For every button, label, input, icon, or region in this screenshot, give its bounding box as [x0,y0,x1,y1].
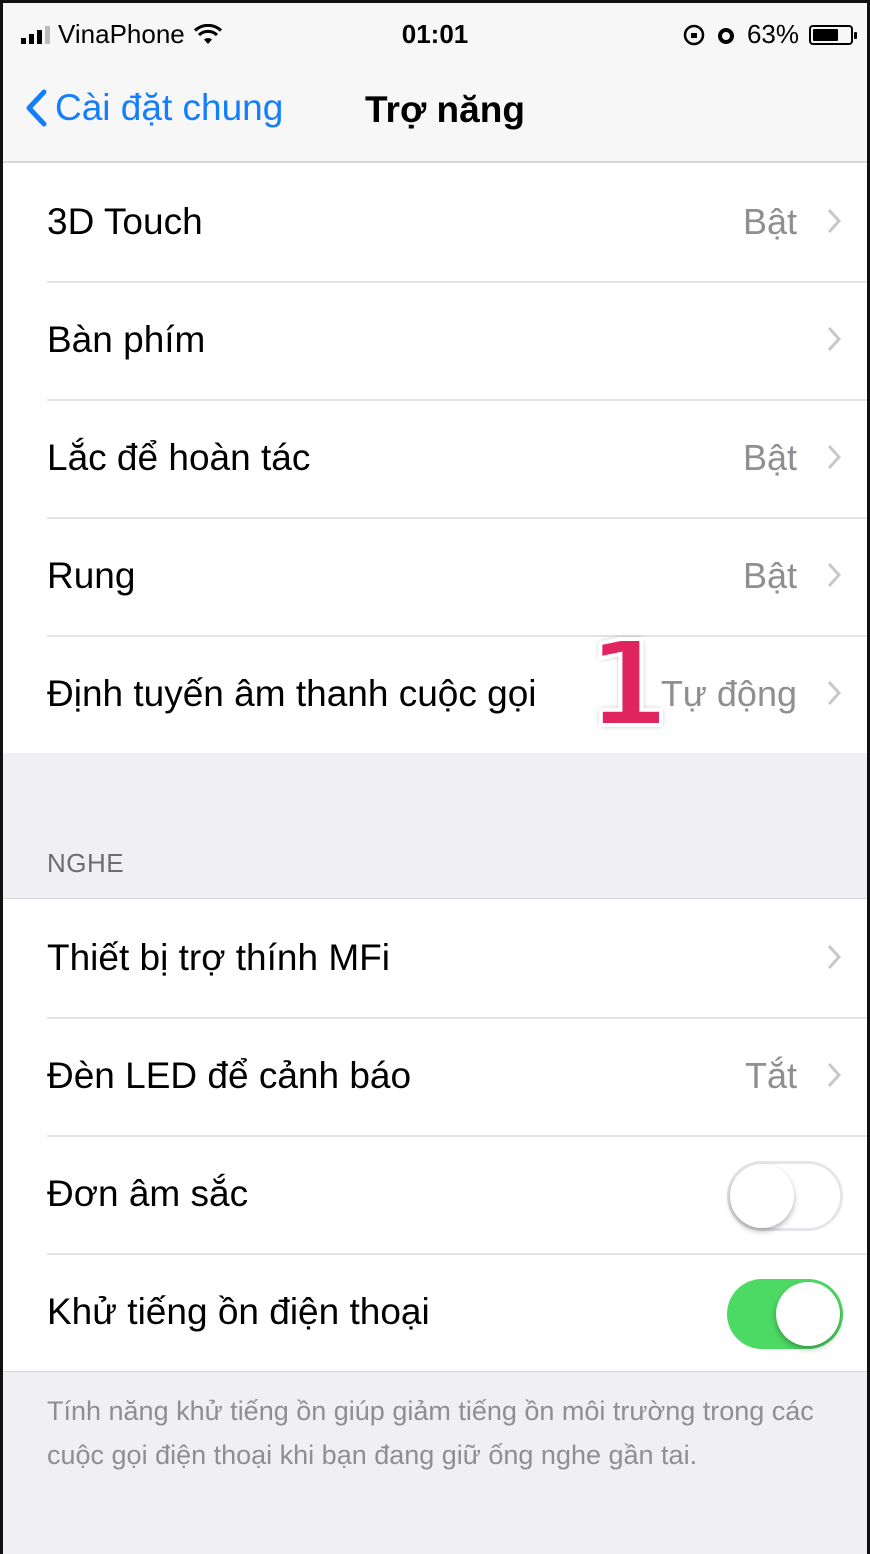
row-3d-touch[interactable]: 3D Touch Bật [3,163,867,281]
mono-audio-toggle[interactable] [727,1161,843,1231]
chevron-left-icon [26,89,47,127]
row-label: Đơn âm sắc [47,1173,249,1214]
row-label: Khử tiếng ồn điện thoại [47,1291,430,1332]
row-value: Bật [742,555,797,596]
row-call-audio-routing[interactable]: Định tuyến âm thanh cuộc gọi Tự động [3,635,867,753]
chevron-right-icon [827,208,841,234]
row-value: Tự động [660,673,797,714]
alarm-icon [717,27,734,44]
row-label: Lắc để hoàn tác [47,437,311,478]
chevron-right-icon [827,444,841,470]
back-label: Cài đặt chung [55,87,284,128]
row-label: Rung [47,555,136,596]
section-header-hearing: NGHE [47,848,125,878]
battery-icon [809,24,857,45]
row-value: Bật [742,201,797,242]
page-title: Trợ năng [365,89,525,130]
row-keyboard[interactable]: Bàn phím [3,281,867,399]
row-mono-audio: Đơn âm sắc [3,1135,867,1253]
toggle-knob [776,1282,840,1346]
row-phone-noise-cancellation: Khử tiếng ồn điện thoại [3,1253,867,1371]
chevron-right-icon [827,326,841,352]
row-label: Đèn LED để cảnh báo [47,1055,412,1096]
toggle-knob [730,1164,794,1228]
noise-cancellation-toggle[interactable] [727,1279,843,1349]
row-value: Bật [742,437,797,478]
row-vibration[interactable]: Rung Bật [3,517,867,635]
settings-group-main: 3D Touch Bật Bàn phím Lắc để hoàn tác Bậ… [3,163,867,753]
navigation-bar: Cài đặt chung Trợ năng [3,67,867,163]
settings-group-hearing: Thiết bị trợ thính MFi Đèn LED để cảnh b… [3,898,867,1372]
row-shake-to-undo[interactable]: Lắc để hoàn tác Bật [3,399,867,517]
chevron-right-icon [827,944,841,970]
row-mfi-hearing-devices[interactable]: Thiết bị trợ thính MFi [3,899,867,1017]
row-label: Bàn phím [47,319,206,360]
chevron-right-icon [827,1062,841,1088]
footer-description: Tính năng khử tiếng ồn giúp giảm tiếng ồ… [47,1396,814,1470]
chevron-right-icon [827,562,841,588]
step-number-annotation: 1 [585,615,671,753]
row-value: Tắt [744,1055,797,1096]
orientation-lock-icon [683,24,705,45]
chevron-right-icon [827,680,841,706]
status-bar: VinaPhone 01:01 63% [3,3,867,67]
row-label: Thiết bị trợ thính MFi [47,937,390,978]
row-label: 3D Touch [47,201,203,242]
row-led-flash-alerts[interactable]: Đèn LED để cảnh báo Tắt [3,1017,867,1135]
status-right: 63% [683,19,857,50]
row-label: Định tuyến âm thanh cuộc gọi [47,673,537,714]
battery-percent: 63% [746,19,799,49]
back-button[interactable]: Cài đặt chung [25,87,283,129]
